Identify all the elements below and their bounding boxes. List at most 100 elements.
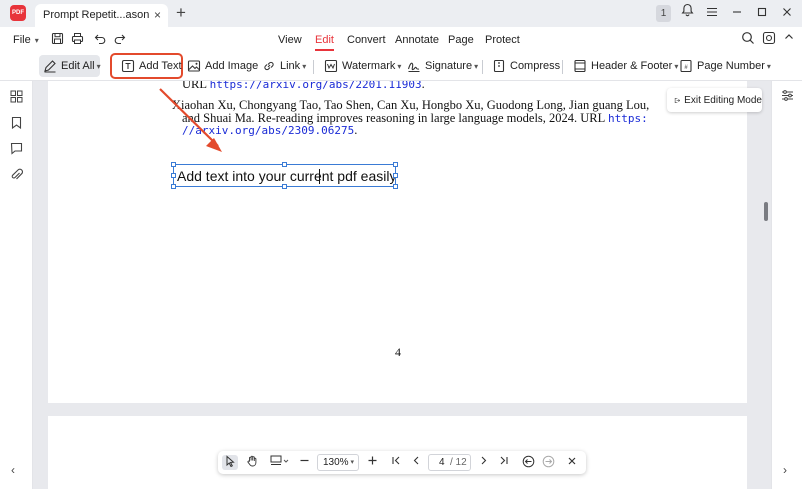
watermark-button[interactable]: Watermark ▾ [324, 55, 401, 77]
pdf-page: URL https://arxiv.org/abs/2201.11903. Xi… [48, 81, 747, 403]
reference-link[interactable]: https: [608, 112, 648, 125]
text-cursor [319, 169, 320, 184]
notification-count-badge[interactable]: 1 [656, 5, 671, 22]
first-page-icon[interactable] [388, 455, 404, 470]
compress-label: Compress [510, 60, 561, 72]
resize-handle-bottom-left[interactable] [171, 184, 176, 189]
print-icon[interactable] [71, 32, 86, 47]
exit-editing-mode-button[interactable]: Exit Editing Mode [667, 88, 762, 112]
tab-page[interactable]: Page [448, 34, 474, 46]
add-text-button[interactable]: Add Text [110, 53, 183, 79]
editable-text-box[interactable]: Add text into your current pdf easily [171, 162, 398, 189]
zoom-level-select[interactable]: 130% ▾ [317, 454, 359, 471]
back-view-icon[interactable] [520, 455, 536, 470]
save-icon[interactable] [51, 32, 66, 47]
undo-icon[interactable] [94, 32, 109, 47]
view-mode-icon[interactable] [269, 455, 291, 470]
reference-line-url: URL https://arxiv.org/abs/2201.11903. [182, 81, 425, 92]
resize-handle-top-left[interactable] [171, 162, 176, 167]
file-menu[interactable]: File ▾ [13, 34, 39, 46]
link-icon [264, 61, 274, 71]
resize-handle-top-right[interactable] [393, 162, 398, 167]
last-page-icon[interactable] [495, 455, 511, 470]
resize-handle-bottom[interactable] [282, 184, 287, 189]
page-navigator[interactable]: 4 / 12 [428, 454, 471, 471]
redo-icon[interactable] [113, 32, 128, 47]
zoom-level-value: 130% [323, 457, 349, 468]
document-tab-title: Prompt Repetit...asoning LLMs * [43, 9, 149, 21]
text-box-icon [121, 59, 135, 73]
resize-handle-bottom-right[interactable] [393, 184, 398, 189]
minimize-icon[interactable] [728, 3, 746, 23]
signature-button[interactable]: Signature ▾ [407, 55, 478, 77]
document-canvas: URL https://arxiv.org/abs/2201.11903. Xi… [33, 81, 771, 489]
search-icon[interactable] [741, 31, 757, 47]
document-tab[interactable]: Prompt Repetit...asoning LLMs * × [35, 4, 168, 27]
chevron-down-icon: ▾ [766, 61, 771, 71]
zoom-toolbar: 130% ▾ 4 / 12 [218, 451, 586, 474]
edit-toolbar: Edit All ▾ Add Text Add Image Link ▾ Water… [0, 52, 802, 81]
title-bar: PDF Prompt Repetit...asoning LLMs * × + … [0, 0, 802, 27]
edit-all-button[interactable]: Edit All ▾ [39, 55, 101, 77]
menu-bar: File ▾ View Edit Convert Annotate Page Pr… [0, 27, 802, 52]
add-image-button[interactable]: Add Image [187, 55, 258, 77]
hamburger-menu-icon[interactable] [703, 3, 721, 23]
zoom-out-icon[interactable] [296, 455, 312, 470]
resize-handle-left[interactable] [171, 173, 176, 178]
bookmark-icon[interactable] [10, 116, 24, 130]
zoom-in-icon[interactable] [364, 455, 380, 470]
reference-link[interactable]: //arxiv.org/abs/2309.06275 [182, 124, 354, 137]
resize-handle-right[interactable] [393, 173, 398, 178]
properties-icon[interactable] [781, 89, 795, 103]
attachment-icon[interactable] [10, 168, 24, 182]
thumbnails-icon[interactable] [10, 90, 24, 104]
collapse-ribbon-icon[interactable] [783, 31, 799, 47]
exit-editing-mode-label: Exit Editing Mode [684, 94, 762, 106]
compress-button[interactable]: Compress [492, 55, 560, 77]
chevron-down-icon: ▾ [674, 61, 679, 71]
svg-text:#: # [684, 65, 688, 71]
toolbar-divider [482, 60, 483, 74]
resize-handle-top[interactable] [282, 162, 287, 167]
page-number-button[interactable]: # Page Number ▾ [679, 55, 771, 77]
chevron-right-icon[interactable]: › [783, 463, 787, 477]
header-footer-label: Header & Footer [591, 60, 673, 72]
new-tab-icon[interactable]: + [176, 3, 186, 23]
chevron-left-icon[interactable]: ‹ [11, 463, 15, 477]
header-footer-button[interactable]: Header & Footer ▾ [573, 55, 678, 77]
chevron-down-icon: ▾ [34, 36, 39, 45]
file-menu-label: File [13, 34, 31, 46]
close-window-icon[interactable] [778, 3, 796, 23]
link-label: Link [280, 60, 301, 72]
current-page-input[interactable]: 4 [439, 455, 445, 470]
chevron-down-icon: ▾ [302, 61, 307, 71]
reference-link[interactable]: https://arxiv.org/abs/2201.11903 [210, 81, 422, 91]
pencil-icon [44, 60, 56, 73]
right-panel: › [771, 81, 802, 489]
comments-icon[interactable] [10, 142, 24, 156]
close-toolbar-icon[interactable] [564, 455, 580, 470]
reference-text: . [421, 81, 425, 91]
text-box-content[interactable]: Add text into your current pdf easily [177, 168, 396, 184]
tab-view[interactable]: View [278, 34, 302, 46]
tab-annotate[interactable]: Annotate [395, 34, 439, 46]
signature-label: Signature [425, 60, 473, 72]
tab-close-icon[interactable]: × [154, 4, 161, 26]
edit-all-label: Edit All [61, 60, 95, 72]
vertical-scrollbar-thumb[interactable] [764, 202, 768, 221]
previous-page-icon[interactable] [408, 455, 424, 470]
maximize-icon[interactable] [753, 3, 771, 23]
chevron-down-icon: ▾ [350, 459, 354, 466]
next-page-icon[interactable] [475, 455, 491, 470]
bell-icon[interactable] [678, 3, 696, 23]
select-cursor-icon[interactable] [222, 455, 238, 470]
tab-edit[interactable]: Edit [315, 34, 334, 51]
link-button[interactable]: Link ▾ [262, 55, 306, 77]
tab-protect[interactable]: Protect [485, 34, 520, 46]
hand-tool-icon[interactable] [244, 455, 260, 470]
tab-convert[interactable]: Convert [347, 34, 386, 46]
screenshot-icon[interactable] [762, 31, 778, 47]
add-text-label: Add Text [139, 60, 182, 72]
header-footer-icon [574, 59, 586, 73]
forward-view-icon [540, 455, 556, 470]
